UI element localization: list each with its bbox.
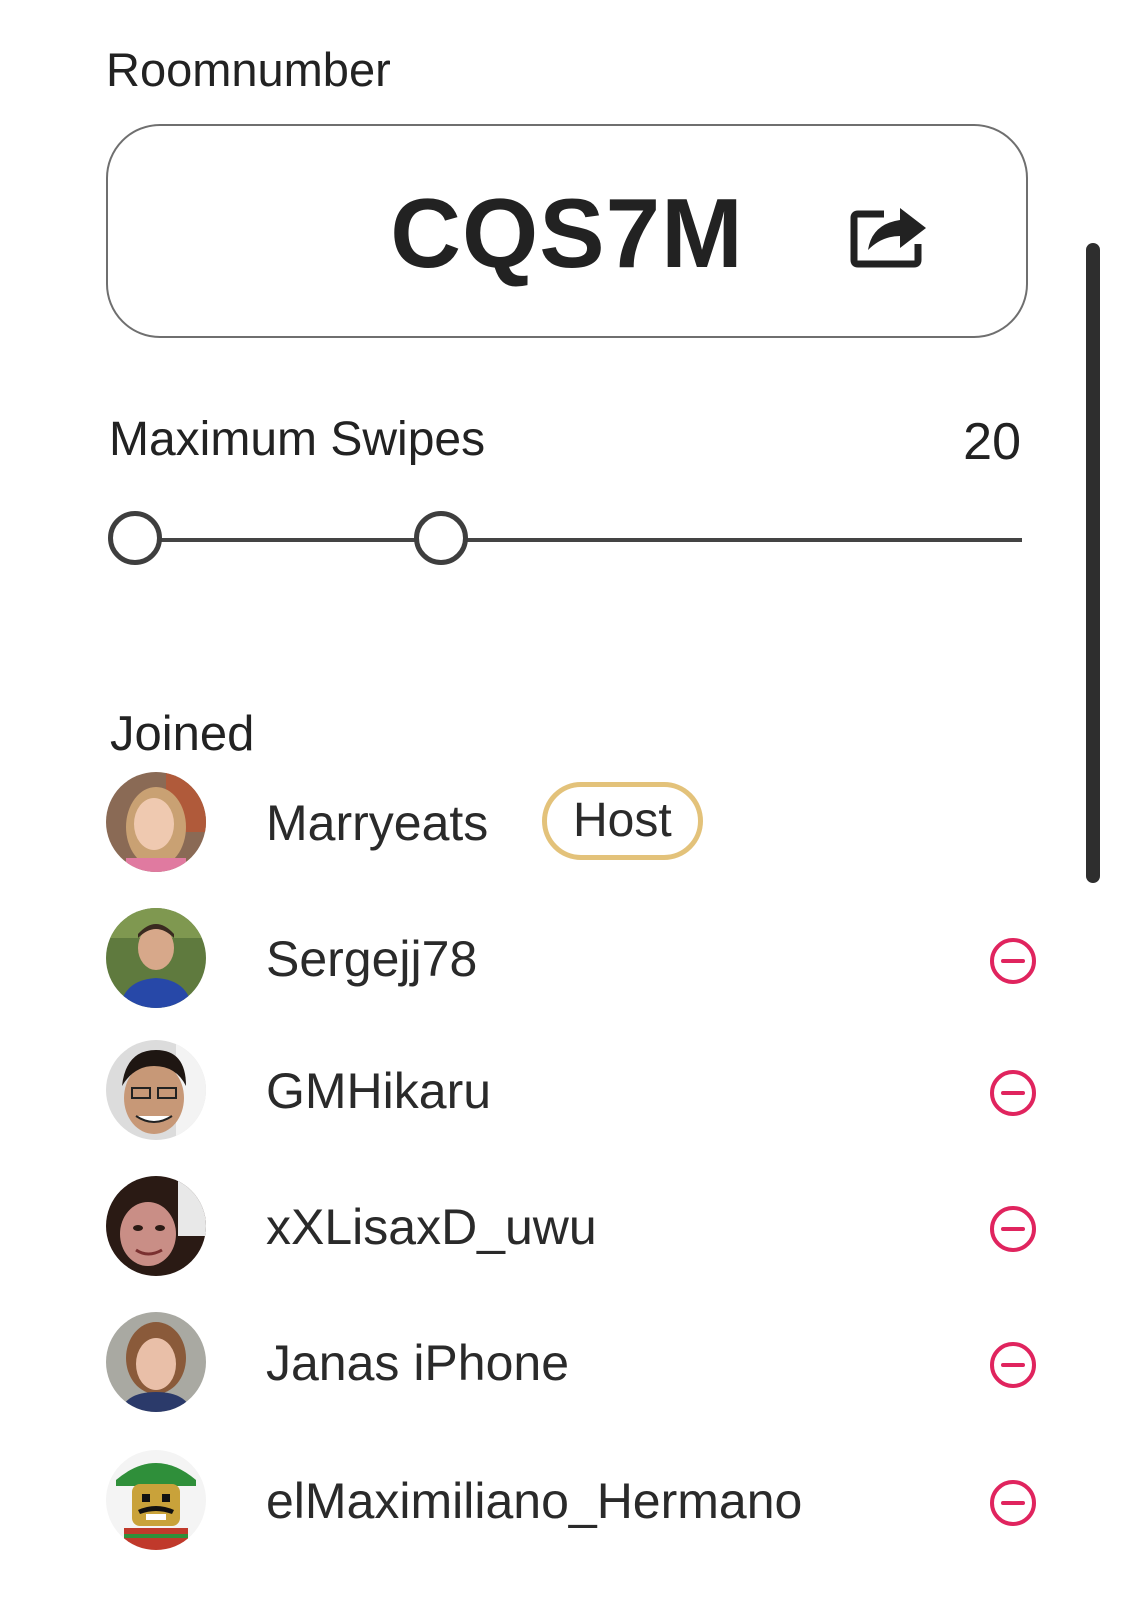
avatar	[106, 772, 206, 872]
slider-thumb-min[interactable]	[108, 511, 162, 565]
scrollbar[interactable]	[1086, 243, 1100, 883]
remove-member-button[interactable]	[988, 1478, 1038, 1528]
member-row: elMaximiliano_Hermano	[106, 1450, 1042, 1554]
member-name: Marryeats	[266, 795, 489, 851]
max-swipes-label: Maximum Swipes	[109, 413, 486, 466]
slider-track[interactable]	[136, 538, 1022, 542]
joined-label: Joined	[110, 707, 255, 761]
member-row: GMHikaru	[106, 1040, 1042, 1144]
avatar	[106, 1312, 206, 1412]
max-swipes-value: 20	[963, 413, 1021, 471]
member-row: Sergejj78	[106, 908, 1042, 1012]
remove-member-button[interactable]	[988, 1340, 1038, 1390]
avatar	[106, 1450, 206, 1550]
remove-circle-icon	[990, 1070, 1036, 1116]
member-row: Janas iPhone	[106, 1312, 1042, 1416]
host-badge: Host	[542, 782, 703, 860]
member-name: elMaximiliano_Hermano	[266, 1473, 803, 1529]
member-row: Marryeats Host	[106, 772, 1042, 876]
avatar	[106, 1176, 206, 1276]
member-name: GMHikaru	[266, 1063, 492, 1119]
room-code-box: CQS7M	[106, 124, 1028, 338]
member-name: xXLisaxD_uwu	[266, 1199, 597, 1255]
max-swipes-slider[interactable]	[106, 508, 1022, 572]
avatar	[106, 1040, 206, 1140]
share-icon	[850, 208, 926, 268]
slider-thumb-max[interactable]	[414, 511, 468, 565]
remove-member-button[interactable]	[988, 936, 1038, 986]
share-button[interactable]	[844, 186, 934, 276]
remove-circle-icon	[990, 1480, 1036, 1526]
member-name: Janas iPhone	[266, 1335, 570, 1391]
remove-circle-icon	[990, 938, 1036, 984]
avatar	[106, 908, 206, 1008]
member-row: xXLisaxD_uwu	[106, 1176, 1042, 1280]
room-number-label: Roomnumber	[106, 43, 391, 96]
remove-member-button[interactable]	[988, 1068, 1038, 1118]
remove-circle-icon	[990, 1206, 1036, 1252]
remove-member-button[interactable]	[988, 1204, 1038, 1254]
member-name: Sergejj78	[266, 931, 478, 987]
remove-circle-icon	[990, 1342, 1036, 1388]
